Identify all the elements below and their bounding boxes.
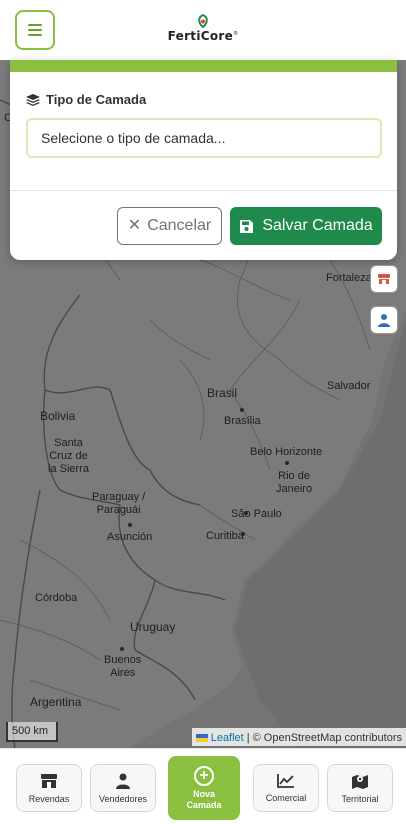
store-icon (41, 773, 57, 788)
store-icon (378, 274, 390, 284)
layer-type-label-text: Tipo de Camada (46, 92, 147, 107)
leaflet-link[interactable]: Leaflet (211, 732, 244, 744)
nav-comercial[interactable]: Comercial (253, 764, 319, 812)
save-layer-button[interactable]: Salvar Camada (230, 207, 382, 245)
nav-territorial-label: Territorial (341, 793, 379, 804)
save-layer-button-label: Salvar Camada (262, 217, 373, 234)
cancel-button[interactable]: ✕ Cancelar (117, 207, 222, 245)
map-label-paraguay: Paraguay / Paraguái (92, 491, 146, 516)
map-scale-bar: 500 km (6, 722, 58, 742)
cancel-button-label: Cancelar (147, 217, 212, 234)
layers-icon (26, 93, 40, 106)
map-label-asuncion: Asunción (107, 531, 153, 543)
nav-nova-camada-label: Nova Camada (186, 788, 222, 810)
nav-nova-camada[interactable]: + Nova Camada (168, 756, 240, 820)
nav-vendedores-label: Vendedores (98, 793, 148, 804)
map-label-argentina: Argentina (30, 695, 82, 709)
plus-circle-icon: + (194, 765, 214, 786)
map-label-curitiba: Curitiba (206, 530, 244, 542)
map-attribution: Leaflet | © OpenStreetMap contributors (191, 728, 406, 746)
layer-type-label: Tipo de Camada (26, 92, 146, 107)
nav-territorial[interactable]: Territorial (327, 764, 393, 812)
map-label-santa-cruz: Santa Cruz de la Sierra (48, 437, 89, 475)
chart-line-icon (277, 774, 294, 788)
user-icon (378, 314, 390, 327)
map-label-bolivia: Bolivia (40, 409, 76, 423)
hamburger-icon (28, 24, 42, 36)
ferticore-logo: FertiCore® (160, 14, 246, 48)
app-header: FertiCore® (0, 0, 406, 60)
brand-name: FertiCore® (167, 29, 239, 43)
map-label-brasil: Brasil (207, 386, 238, 400)
user-icon (116, 773, 130, 789)
map-label-salvador: Salvador (327, 380, 371, 392)
ukraine-flag-icon (195, 734, 208, 742)
panel-accent-bar (10, 60, 397, 72)
layer-form-panel: Tipo de Camada Selecione o tipo de camad… (10, 60, 397, 260)
map-label-cordoba: Córdoba (35, 592, 78, 604)
map-label-uruguay: Uruguay (130, 620, 176, 634)
nav-vendedores[interactable]: Vendedores (90, 764, 156, 812)
nav-revendas[interactable]: Revendas (16, 764, 82, 812)
nav-revendas-label: Revendas (28, 793, 70, 804)
map-label-sao-paulo: São Paulo (231, 508, 282, 520)
save-icon (240, 219, 254, 233)
layer-type-select[interactable]: Selecione o tipo de camada... (26, 118, 382, 158)
close-icon: ✕ (127, 217, 142, 234)
logo-leaf-icon (198, 14, 208, 28)
map-label-fortaleza: Fortaleza (326, 272, 372, 284)
map-marked-icon (352, 774, 368, 789)
panel-divider (10, 190, 397, 191)
menu-button[interactable] (15, 10, 55, 50)
map-label-rio: Rio de Janeiro (276, 470, 313, 495)
nav-comercial-label: Comercial (265, 793, 307, 803)
map-label-belo-horizonte: Belo Horizonte (250, 446, 323, 458)
map-label-brasilia: Brasília (224, 415, 261, 427)
osm-attribution-text: | © OpenStreetMap contributors (246, 732, 402, 744)
map-label-buenos-aires: Buenos Aires (104, 654, 142, 679)
map-store-button[interactable] (370, 265, 398, 293)
bottom-navigation: Revendas Vendedores + Nova Camada Comerc… (0, 748, 406, 824)
map-user-button[interactable] (370, 306, 398, 334)
